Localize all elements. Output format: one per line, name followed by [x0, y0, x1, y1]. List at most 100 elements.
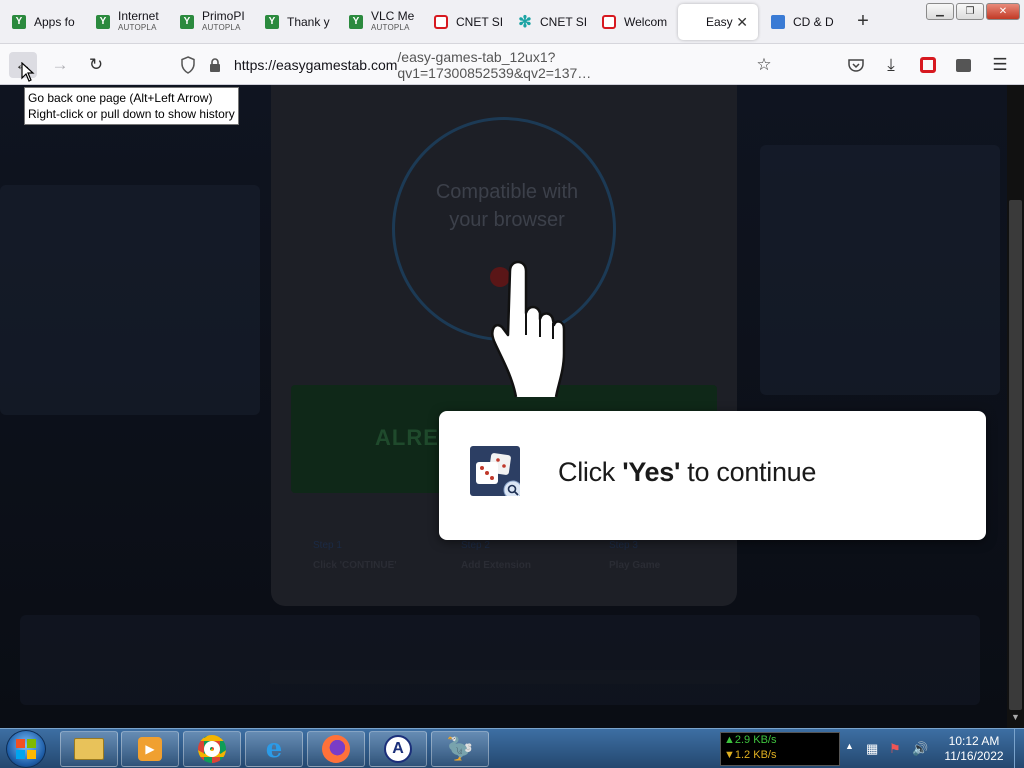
popup-yes-emphasis: 'Yes': [622, 457, 681, 487]
pointing-hand-icon: [490, 260, 566, 398]
step-number: Step 2: [461, 540, 490, 551]
pocket-icon[interactable]: [842, 52, 870, 78]
compat-text: Compatible with your browser: [395, 178, 619, 234]
taskbar-explorer[interactable]: [60, 731, 118, 767]
start-button[interactable]: [6, 730, 46, 768]
reload-icon: ↻: [88, 55, 104, 74]
cnet-extension-icon[interactable]: [914, 52, 942, 78]
menu-hamburger-icon[interactable]: ☰: [986, 52, 1014, 78]
tab-title: Welcom: [624, 14, 668, 29]
tab-title: Easy: [706, 15, 733, 29]
forward-arrow-icon: →: [51, 55, 69, 74]
tooltip-line-1: Go back one page (Alt+Left Arrow): [28, 91, 213, 105]
compat-line-2: your browser: [449, 209, 565, 231]
folder-icon: [74, 738, 104, 760]
tracking-protection-icon[interactable]: [174, 52, 202, 78]
tab-cd-dvd[interactable]: CD & D: [763, 3, 843, 40]
restore-button[interactable]: ❐: [956, 3, 984, 20]
tab-primopdf[interactable]: Y PrimoPI AUTOPLA: [172, 3, 254, 40]
taskbar-app-a[interactable]: A: [369, 731, 427, 767]
url-host: https://easygamestab.com: [234, 57, 398, 73]
media-player-icon: ▶: [138, 737, 162, 761]
popup-prefix: Click: [558, 457, 623, 487]
tab-title: Internet: [118, 8, 159, 23]
tab-cnet-2[interactable]: ✻ CNET SI: [510, 3, 592, 40]
tab-title: CD & D: [793, 14, 834, 29]
tab-thank-you[interactable]: Y Thank y: [257, 3, 339, 40]
mouse-cursor-icon: [21, 62, 35, 82]
show-desktop-button[interactable]: [1014, 729, 1024, 768]
scroll-down-arrow-icon[interactable]: ▼: [1009, 712, 1022, 726]
taskbar-internet-explorer[interactable]: e: [245, 731, 303, 767]
tab-title: CNET SI: [456, 14, 504, 29]
tray-expand-icon[interactable]: ▲: [845, 741, 854, 751]
permission-popup[interactable]: Click 'Yes' to continue: [439, 411, 986, 540]
download-speed: ▼1.2 KB/s: [724, 749, 777, 761]
close-window-button[interactable]: ✕: [986, 3, 1020, 20]
green-shield-icon: Y: [12, 14, 26, 29]
lock-icon[interactable]: [201, 52, 229, 78]
tab-title: VLC Me: [371, 8, 415, 23]
tab-subtitle: AUTOPLA: [202, 22, 241, 32]
background-game-art: [20, 615, 980, 705]
cnet-icon: [602, 14, 616, 29]
scrollbar-thumb[interactable]: [1009, 200, 1022, 710]
tab-cnet-1[interactable]: CNET SI: [426, 3, 508, 40]
green-shield-icon: Y: [96, 14, 110, 29]
forward-button[interactable]: →: [46, 52, 74, 78]
minimize-button[interactable]: ▁: [926, 3, 954, 20]
circle-a-icon: A: [384, 735, 412, 763]
tab-title: Apps fo: [34, 14, 75, 29]
green-shield-icon: Y: [349, 14, 363, 29]
tab-apps[interactable]: Y Apps fo: [4, 3, 84, 40]
popup-message: Click 'Yes' to continue: [558, 457, 816, 488]
reload-button[interactable]: ↻: [82, 52, 110, 78]
popup-suffix: to continue: [680, 457, 817, 487]
tab-subtitle: AUTOPLA: [371, 22, 410, 32]
taskbar-media-player[interactable]: ▶: [121, 731, 179, 767]
tray-volume-icon[interactable]: 🔊: [912, 741, 928, 757]
extension-icon[interactable]: [949, 52, 977, 78]
tab-welcome[interactable]: Welcom: [594, 3, 676, 40]
tray-network-icon[interactable]: ▦: [866, 741, 878, 757]
tab-internet[interactable]: Y Internet AUTOPLA: [88, 3, 170, 40]
navigation-bar: ← → ↻ https://easygamestab.com/easy-game…: [0, 44, 1024, 85]
footer-text: [270, 670, 740, 684]
background-game-art: [760, 145, 1000, 395]
new-tab-button[interactable]: +: [853, 10, 873, 33]
tab-vlc[interactable]: Y VLC Me AUTOPLA: [341, 3, 423, 40]
tab-title: PrimoPI: [202, 8, 245, 23]
tab-subtitle: AUTOPLA: [118, 22, 157, 32]
background-game-art: [0, 185, 260, 415]
compat-line-1: Compatible with: [435, 181, 579, 203]
tab-easy-active[interactable]: Easy ✕: [678, 4, 758, 40]
network-meter: ▲2.9 KB/s ▼1.2 KB/s: [720, 732, 840, 766]
back-button-tooltip: Go back one page (Alt+Left Arrow) Right-…: [24, 87, 239, 125]
taskbar-app-bird[interactable]: 🦤: [431, 731, 489, 767]
close-tab-icon[interactable]: ✕: [736, 14, 748, 31]
taskbar-firefox[interactable]: [307, 731, 365, 767]
step-label: Click 'CONTINUE': [313, 560, 397, 571]
dice-search-icon: [470, 446, 520, 496]
url-path: /easy-games-tab_12ux1?qv1=17300852539&qv…: [397, 49, 592, 81]
bird-icon: 🦤: [446, 736, 474, 761]
downloads-icon[interactable]: ⤓: [877, 52, 905, 78]
teal-puzzle-icon: ✻: [518, 13, 532, 31]
taskbar-chrome[interactable]: [183, 731, 241, 767]
system-clock[interactable]: 10:12 AM 11/16/2022: [938, 734, 1010, 764]
tray-action-center-icon[interactable]: ⚑: [889, 741, 901, 757]
url-bar[interactable]: https://easygamestab.com/easy-games-tab_…: [234, 49, 746, 81]
clock-time: 10:12 AM: [948, 734, 1000, 748]
step-label: Add Extension: [461, 560, 532, 571]
green-shield-icon: Y: [265, 14, 279, 29]
step-3: Step 3 Play Game: [609, 540, 660, 571]
already-button-label: ALRE: [375, 425, 439, 450]
bookmark-star-icon[interactable]: ☆: [750, 52, 778, 78]
firefox-icon: [322, 735, 350, 763]
step-2: Step 2 Add Extension: [461, 540, 531, 571]
windows-logo-icon: [16, 739, 36, 759]
upload-speed: ▲2.9 KB/s: [724, 734, 777, 746]
step-number: Step 3: [609, 540, 638, 551]
clock-date: 11/16/2022: [944, 749, 1004, 763]
tab-title: Thank y: [287, 14, 330, 29]
